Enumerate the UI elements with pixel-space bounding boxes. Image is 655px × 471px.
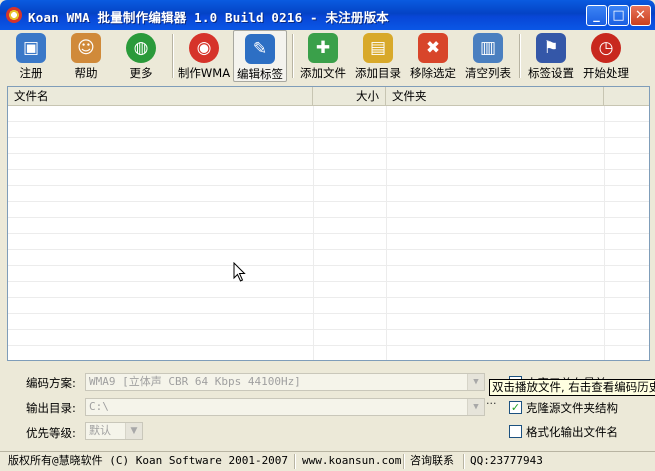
output-dir-select[interactable]: C:\ ▼ [85, 398, 485, 416]
clone-structure-checkbox[interactable]: ✓ [509, 401, 522, 414]
close-button[interactable]: ✕ [630, 5, 651, 26]
add-file-icon: ✚ [308, 33, 338, 63]
globe-icon: ◍ [126, 33, 156, 63]
make-wma-button[interactable]: ◉ 制作WMA [177, 30, 231, 82]
toolbar-separator [519, 34, 521, 78]
toolbar-label: 添加文件 [300, 66, 346, 80]
column-divider [313, 106, 314, 360]
encoding-select[interactable]: WMA9 [立体声 CBR 64 Kbps 44100Hz] ▼ [85, 373, 485, 391]
toolbar-label: 清空列表 [465, 66, 511, 80]
computer-user-icon: ▣ [16, 33, 46, 63]
minimize-button[interactable]: _ [586, 5, 607, 26]
toolbar-label: 帮助 [74, 66, 98, 80]
status-separator [294, 454, 296, 469]
remove-icon: ✖ [418, 33, 448, 63]
priority-select[interactable]: 默认 ▼ [85, 422, 143, 440]
list-body[interactable] [8, 106, 649, 360]
clear-list-button[interactable]: ▥ 清空列表 [461, 30, 515, 82]
column-header-filename[interactable]: 文件名 [8, 87, 313, 105]
chevron-down-icon[interactable]: ▼ [467, 374, 484, 390]
toolbar-label: 编辑标签 [237, 67, 283, 81]
status-separator [403, 454, 405, 469]
format-filename-label: 格式化输出文件名 [526, 425, 618, 439]
add-folder-icon: ▤ [363, 33, 393, 63]
trash-icon: ▥ [473, 33, 503, 63]
encoding-label: 编码方案: [26, 376, 76, 390]
priority-label: 优先等级: [26, 426, 76, 440]
status-separator [463, 454, 465, 469]
tooltip: 双击播放文件, 右击查看编码历史 [489, 379, 655, 396]
status-bar: 版权所有@慧晓软件 (C) Koan Software 2001-2007 ww… [0, 451, 655, 471]
list-header: 文件名 大小 文件夹 [8, 87, 649, 106]
add-file-button[interactable]: ✚ 添加文件 [296, 30, 350, 82]
media-disc-icon: ◉ [189, 33, 219, 63]
person-help-icon: ☺ [71, 33, 101, 63]
start-process-button[interactable]: ◷ 开始处理 [579, 30, 633, 82]
mouse-cursor-icon [233, 262, 246, 282]
toolbar-label: 开始处理 [583, 66, 629, 80]
remove-selected-button[interactable]: ✖ 移除选定 [406, 30, 460, 82]
status-contact-label: 咨询联系 [410, 454, 454, 467]
browse-button[interactable]: ··· [486, 397, 497, 410]
edit-tag-button[interactable]: ✎ 编辑标签 [233, 30, 287, 82]
register-button[interactable]: ▣ 注册 [4, 30, 58, 82]
status-qq: QQ:23777943 [470, 454, 543, 467]
toolbar-separator [172, 34, 174, 78]
toolbar-label: 添加目录 [355, 66, 401, 80]
format-filename-checkbox[interactable] [509, 425, 522, 438]
title-bar: Koan WMA 批量制作编辑器 1.0 Build 0216 - 未注册版本 … [0, 0, 655, 30]
maximize-button[interactable]: □ [608, 5, 629, 26]
status-website[interactable]: www.koansun.com [298, 452, 403, 471]
toolbar-separator [292, 34, 294, 78]
column-header-folder[interactable]: 文件夹 [386, 87, 604, 105]
column-divider [386, 106, 387, 360]
clock-start-icon: ◷ [591, 33, 621, 63]
clone-structure-label: 克隆源文件夹结构 [526, 401, 618, 415]
toolbar-label: 制作WMA [177, 66, 231, 80]
file-list[interactable]: 文件名 大小 文件夹 [7, 86, 650, 361]
status-copyright: 版权所有@慧晓软件 (C) Koan Software 2001-2007 [8, 454, 289, 467]
priority-value: 默认 [89, 424, 111, 437]
toolbar-label: 注册 [19, 66, 43, 80]
more-button[interactable]: ◍ 更多 [114, 30, 168, 82]
edit-tag-icon: ✎ [245, 34, 275, 64]
add-folder-button[interactable]: ▤ 添加目录 [351, 30, 405, 82]
output-dir-label: 输出目录: [26, 401, 76, 415]
toolbar-label: 标签设置 [528, 66, 574, 80]
window-title: Koan WMA 批量制作编辑器 1.0 Build 0216 - 未注册版本 [28, 10, 389, 25]
column-divider [604, 106, 605, 360]
toolbar-label: 更多 [129, 66, 153, 80]
toolbar-label: 移除选定 [410, 66, 456, 80]
chevron-down-icon[interactable]: ▼ [467, 399, 484, 415]
tag-settings-icon: ⚑ [536, 33, 566, 63]
chevron-down-icon[interactable]: ▼ [125, 423, 142, 439]
help-button[interactable]: ☺ 帮助 [59, 30, 113, 82]
column-header-size[interactable]: 大小 [313, 87, 386, 105]
output-dir-value: C:\ [89, 400, 109, 413]
tag-settings-button[interactable]: ⚑ 标签设置 [524, 30, 578, 82]
toolbar: ▣ 注册 ☺ 帮助 ◍ 更多 ◉ 制作WMA ✎ 编辑标签 ✚ 添加文件 ▤ 添… [0, 30, 655, 82]
encoding-value: WMA9 [立体声 CBR 64 Kbps 44100Hz] [89, 375, 301, 388]
app-icon[interactable] [6, 7, 22, 23]
